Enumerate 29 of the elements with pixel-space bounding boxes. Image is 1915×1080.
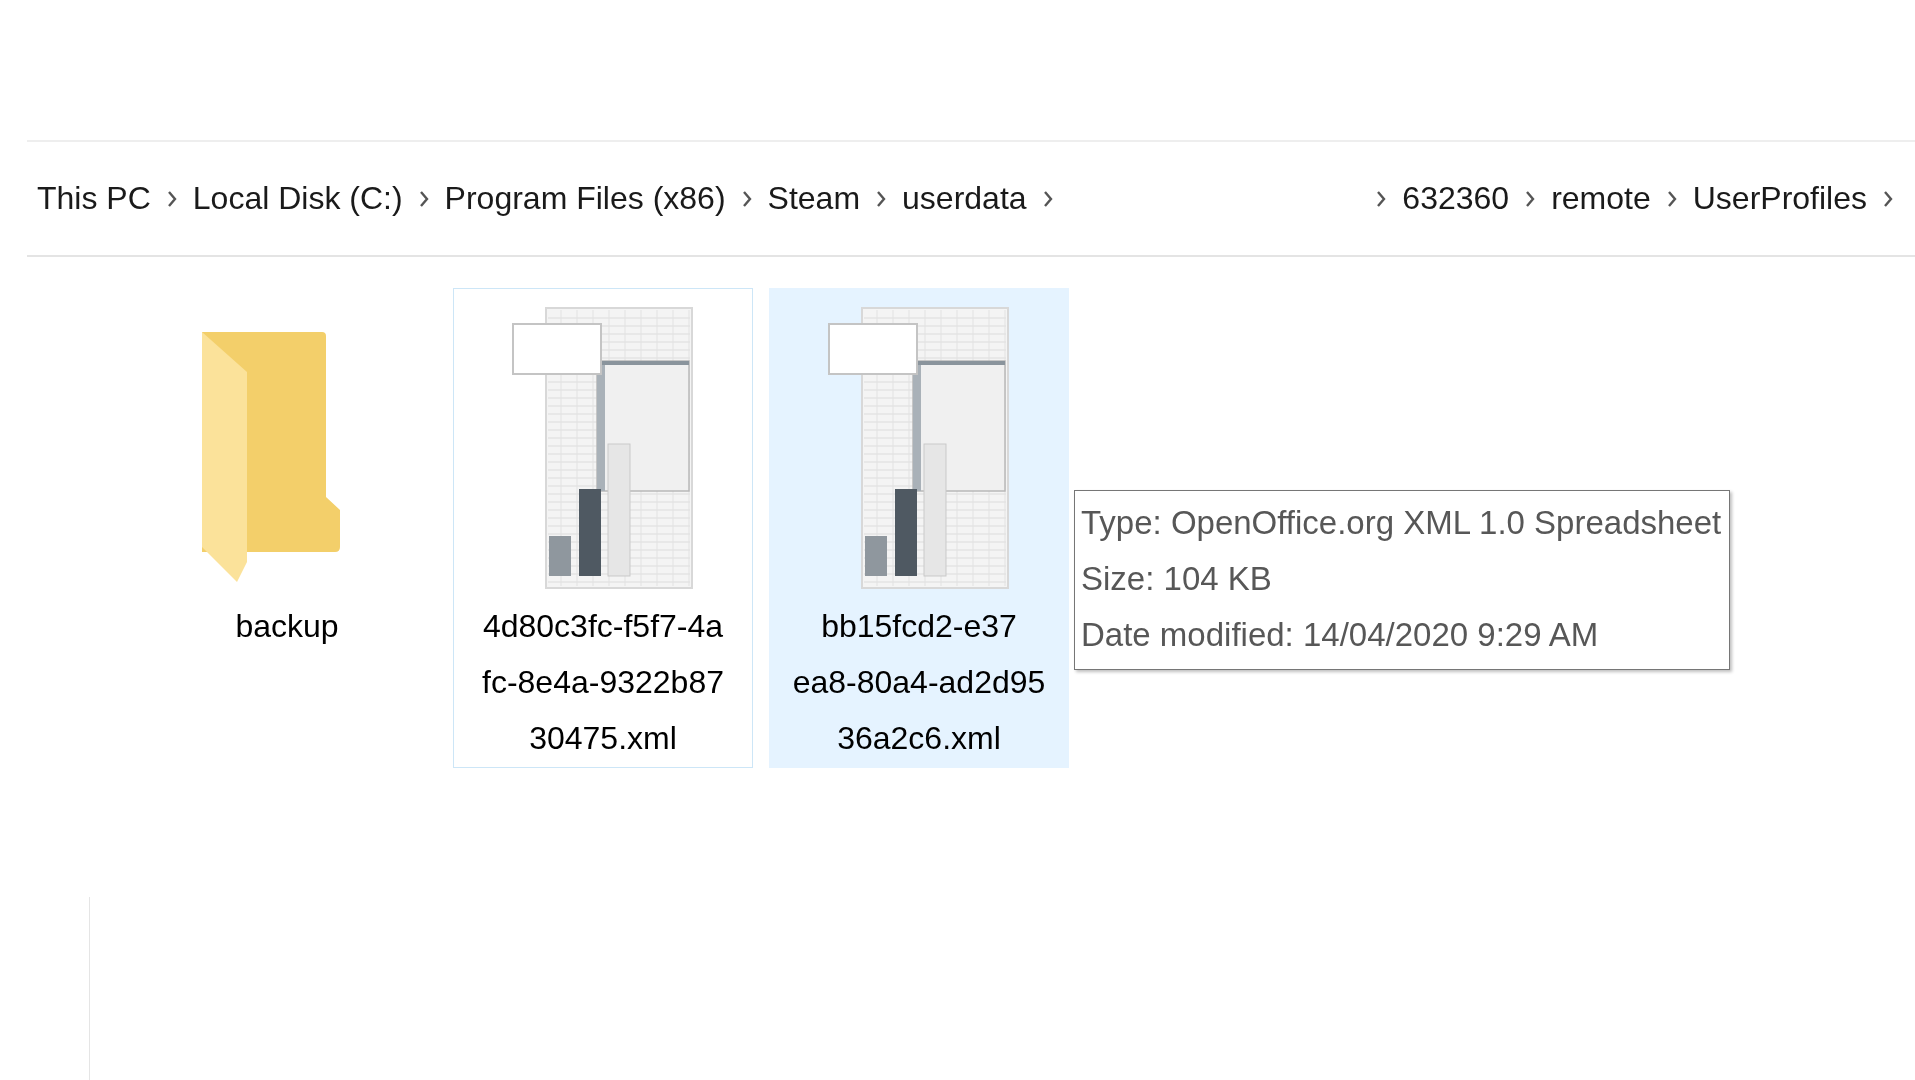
breadcrumb-item[interactable]: Local Disk (C:) <box>192 174 403 223</box>
breadcrumb-item[interactable]: This PC <box>37 174 151 223</box>
file-name: bb15fcd2-e37 ea8-80a4-ad2d95 36a2c6.xml <box>792 607 1046 758</box>
breadcrumb-item[interactable]: Steam <box>767 174 861 223</box>
chevron-icon[interactable] <box>1666 189 1677 208</box>
spreadsheet-icon <box>826 306 1012 591</box>
breadcrumb-item[interactable]: userdata <box>902 174 1027 223</box>
file-name: 4d80c3fc-f5f7-4a fc-8e4a-9322b87 30475.xml <box>482 607 724 758</box>
file-name: backup <box>235 607 339 646</box>
tooltip-text: Size: 104 KB <box>1081 559 1273 599</box>
chevron-icon[interactable] <box>1525 189 1536 208</box>
breadcrumb-item[interactable]: 632360 <box>1402 174 1510 223</box>
file-item[interactable]: bb15fcd2-e37 ea8-80a4-ad2d95 36a2c6.xml <box>769 288 1069 768</box>
chevron-icon[interactable] <box>1376 189 1387 208</box>
breadcrumb-item[interactable]: remote <box>1551 174 1651 223</box>
chevron-icon[interactable] <box>418 189 429 208</box>
breadcrumb-item[interactable]: UserProfiles <box>1692 174 1867 223</box>
chevron-icon[interactable] <box>741 189 752 208</box>
chevron-icon[interactable] <box>1042 189 1053 208</box>
chevron-icon[interactable] <box>1883 189 1893 208</box>
folder-icon <box>202 331 342 582</box>
breadcrumb-item[interactable]: Program Files (x86) <box>444 174 726 223</box>
spreadsheet-icon <box>510 306 696 591</box>
chevron-icon[interactable] <box>166 189 177 208</box>
tooltip-text: Type: OpenOffice.org XML 1.0 Spreadsheet <box>1081 503 1722 543</box>
chevron-icon[interactable] <box>876 189 887 208</box>
tooltip-text: Date modified: 14/04/2020 9:29 AM <box>1081 615 1600 655</box>
file-item[interactable]: 4d80c3fc-f5f7-4a fc-8e4a-9322b87 30475.xml <box>453 288 753 768</box>
folder-item[interactable]: backup <box>137 288 437 768</box>
